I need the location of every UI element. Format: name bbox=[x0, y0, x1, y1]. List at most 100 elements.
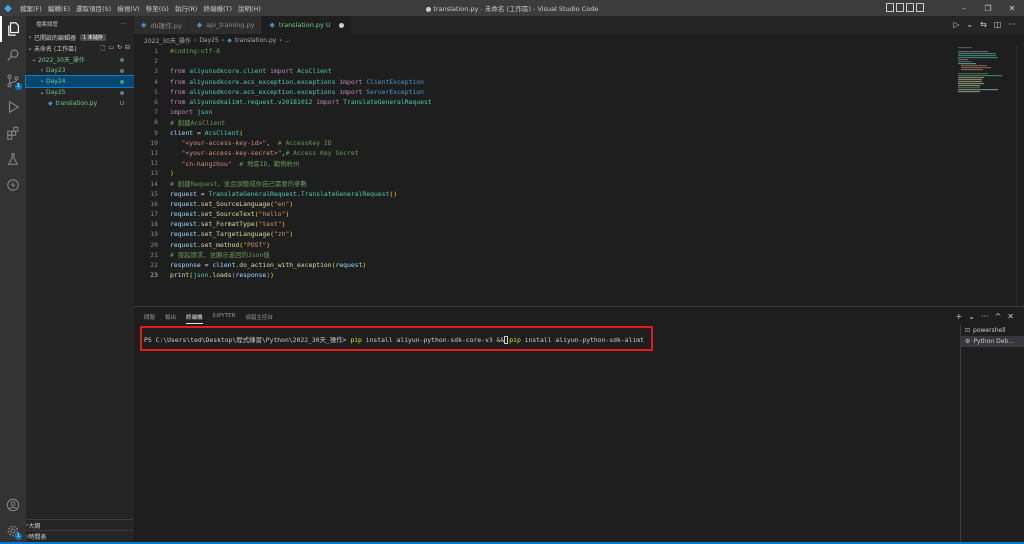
unsaved-dot-icon[interactable] bbox=[338, 22, 344, 28]
explorer-icon[interactable] bbox=[0, 16, 26, 42]
line-number: 12 bbox=[150, 159, 158, 168]
tree-item-day23[interactable]: › Day23 bbox=[26, 65, 134, 76]
open-editors-section[interactable]: › 已開啟的編輯器 1 未儲存 bbox=[26, 32, 134, 43]
collapse-all-icon[interactable]: ⊟ bbox=[125, 44, 130, 54]
remote-explorer-icon[interactable] bbox=[0, 172, 26, 198]
code-line[interactable]: 20 request.set_method("POST") bbox=[134, 240, 960, 250]
customize-layout-icon[interactable] bbox=[916, 3, 924, 12]
menu-edit[interactable]: 編輯(E) bbox=[48, 3, 70, 13]
breadcrumb-item[interactable]: 2022_30天_操作 bbox=[144, 36, 191, 45]
timeline-section[interactable]: › 時間表 bbox=[26, 530, 134, 541]
code-line[interactable]: 9 client = AcsClient( bbox=[134, 128, 960, 138]
tree-item-day25[interactable]: ⌄ Day25 bbox=[26, 87, 134, 98]
toggle-secondary-sidebar-icon[interactable] bbox=[906, 3, 914, 12]
dropdown-icon[interactable]: ⌄ bbox=[966, 20, 973, 29]
code-line[interactable]: 21 # 發起請求，並顯示返回的Json值 bbox=[134, 250, 960, 260]
tree-item-root-folder[interactable]: ⌄ 2022_30天_操作 bbox=[26, 54, 134, 65]
run-python-icon[interactable]: ▷ bbox=[953, 20, 959, 29]
close-panel-icon[interactable]: ✕ bbox=[1007, 312, 1014, 321]
source-control-icon[interactable]: 1 bbox=[0, 68, 26, 94]
tab-label: db操作.py bbox=[150, 22, 182, 30]
line-number: 15 bbox=[150, 189, 158, 198]
breadcrumb-item[interactable]: translation.py bbox=[235, 37, 277, 44]
chevron-down-icon: ⌄ bbox=[39, 89, 45, 96]
menu-selection[interactable]: 選取項目(S) bbox=[76, 3, 111, 13]
search-icon[interactable] bbox=[0, 42, 26, 68]
tree-item-day24[interactable]: › Day24 bbox=[25, 75, 135, 88]
unsaved-badge: 1 未儲存 bbox=[80, 34, 106, 41]
tab-api-training-py[interactable]: ◆ api_training.py bbox=[189, 16, 263, 34]
code-line[interactable]: 16 request.set_SourceLanguage("en") bbox=[134, 199, 960, 209]
code-line[interactable]: 18 request.set_FormatType("text") bbox=[134, 219, 960, 229]
minimap[interactable] bbox=[956, 46, 1016, 116]
chevron-right-icon: › bbox=[221, 36, 225, 44]
toggle-sidebar-icon[interactable] bbox=[886, 3, 894, 12]
code-text: #coding:utf-8 bbox=[170, 47, 221, 56]
new-folder-icon[interactable]: ▭ bbox=[108, 44, 114, 54]
tree-item-translation-py[interactable]: ◆ translation.py U bbox=[26, 98, 134, 109]
split-editor-icon[interactable]: ◫ bbox=[994, 20, 1002, 29]
terminal-item-powershell[interactable]: ⊡ powershell bbox=[961, 325, 1024, 336]
terminal-item-python-debug[interactable]: ⚙ Python Deb... bbox=[961, 336, 1024, 347]
extensions-icon[interactable] bbox=[0, 120, 26, 146]
new-file-icon[interactable]: 🗋 bbox=[100, 44, 105, 54]
editor-scrollbar[interactable] bbox=[1016, 46, 1024, 306]
code-editor[interactable]: 1 #coding:utf-8 2 3 from aliyunsdkcore.clien… bbox=[134, 46, 960, 306]
tab-db-py[interactable]: ◆ db操作.py bbox=[134, 16, 190, 34]
close-window-icon[interactable]: ✕ bbox=[1000, 4, 1024, 13]
refresh-icon[interactable]: ↻ bbox=[117, 44, 122, 54]
line-number: 19 bbox=[150, 230, 158, 239]
menu-go[interactable]: 移至(G) bbox=[146, 3, 169, 13]
code-line[interactable]: 5 from aliyunsdkcore.acs_exception.except… bbox=[134, 87, 960, 97]
chevron-down-icon[interactable]: ⌄ bbox=[968, 312, 975, 321]
menu-help[interactable]: 說明(H) bbox=[238, 3, 261, 13]
breadcrumb-item[interactable]: ... bbox=[285, 37, 291, 44]
more-actions-icon[interactable]: ··· bbox=[121, 21, 126, 27]
code-line[interactable]: 10 "<your-access-key-id>", # AccessKey I… bbox=[134, 138, 960, 148]
outline-section[interactable]: › 大綱 bbox=[26, 519, 134, 530]
code-line[interactable]: 1 #coding:utf-8 bbox=[134, 46, 960, 56]
restore-icon[interactable]: ❐ bbox=[976, 4, 1000, 13]
code-line[interactable]: 15 request = TranslateGeneralRequest.Tran… bbox=[134, 189, 960, 199]
terminal-cursor bbox=[504, 336, 509, 344]
code-line[interactable]: 12 "cn-hangzhou" # 地區ID，範例杭州 bbox=[134, 158, 960, 168]
code-line[interactable]: 2 bbox=[134, 56, 960, 66]
code-line[interactable]: 4 from aliyunsdkcore.acs_exception.except… bbox=[134, 77, 960, 87]
breadcrumb-item[interactable]: Day25 bbox=[199, 37, 218, 44]
menu-file[interactable]: 檔案(F) bbox=[20, 3, 42, 13]
tab-problems[interactable]: 問題 bbox=[144, 313, 155, 324]
testing-icon[interactable] bbox=[0, 146, 26, 172]
workspace-section[interactable]: ⌄ 未命名 (工作區) 🗋 ▭ ↻ ⊟ bbox=[26, 43, 134, 54]
tab-terminal[interactable]: 終端機 bbox=[186, 313, 203, 324]
tab-debug-console[interactable]: 偵錯主控台 bbox=[245, 313, 273, 324]
new-terminal-icon[interactable]: + bbox=[956, 312, 963, 321]
code-line[interactable]: 23 print(json.loads(response)) bbox=[134, 270, 960, 280]
tab-translation-py[interactable]: ◆ translation.py U bbox=[262, 16, 352, 34]
menu-view[interactable]: 檢視(V) bbox=[117, 3, 140, 13]
settings-gear-icon[interactable]: 1 bbox=[0, 518, 26, 544]
terminal[interactable]: PS C:\Users\ted\Desktop\程式練習\Python\2022… bbox=[140, 326, 954, 539]
code-line[interactable]: 19 request.set_TargetLanguage("zh") bbox=[134, 229, 960, 239]
minimize-icon[interactable]: – bbox=[952, 4, 976, 13]
compare-icon[interactable]: ⇆ bbox=[980, 20, 987, 29]
maximize-panel-icon[interactable]: ^ bbox=[995, 312, 1002, 321]
more-actions-icon[interactable]: ··· bbox=[981, 312, 989, 321]
more-actions-icon[interactable]: ··· bbox=[1008, 20, 1016, 29]
account-icon[interactable] bbox=[0, 492, 26, 518]
menu-run[interactable]: 執行(R) bbox=[175, 3, 198, 13]
toggle-panel-icon[interactable] bbox=[896, 3, 904, 12]
tab-jupyter[interactable]: JUPYTER bbox=[213, 313, 236, 324]
code-line[interactable]: 14 # 創建Request，並且調整成你自己需要的參數 bbox=[134, 178, 960, 189]
run-debug-icon[interactable] bbox=[0, 94, 26, 120]
code-line[interactable]: 6 from aliyunsdkalimt.request.v20181012 i… bbox=[134, 97, 960, 107]
code-line[interactable]: 13) bbox=[134, 168, 960, 178]
tab-output[interactable]: 輸出 bbox=[165, 313, 176, 324]
code-line[interactable]: 8 # 創建AcsClient bbox=[134, 117, 960, 127]
menu-terminal[interactable]: 終端機(T) bbox=[203, 3, 232, 13]
line-number: 23 bbox=[150, 271, 158, 280]
code-line[interactable]: 22 response = client.do_action_with_excep… bbox=[134, 260, 960, 270]
code-line[interactable]: 3 from aliyunsdkcore.client import AcsCli… bbox=[134, 66, 960, 76]
code-line[interactable]: 11 "<your-access-key-secret>",# Access K… bbox=[134, 148, 960, 158]
code-line[interactable]: 17 request.set_SourceText("hello") bbox=[134, 209, 960, 219]
code-line[interactable]: 7 import json bbox=[134, 107, 960, 117]
